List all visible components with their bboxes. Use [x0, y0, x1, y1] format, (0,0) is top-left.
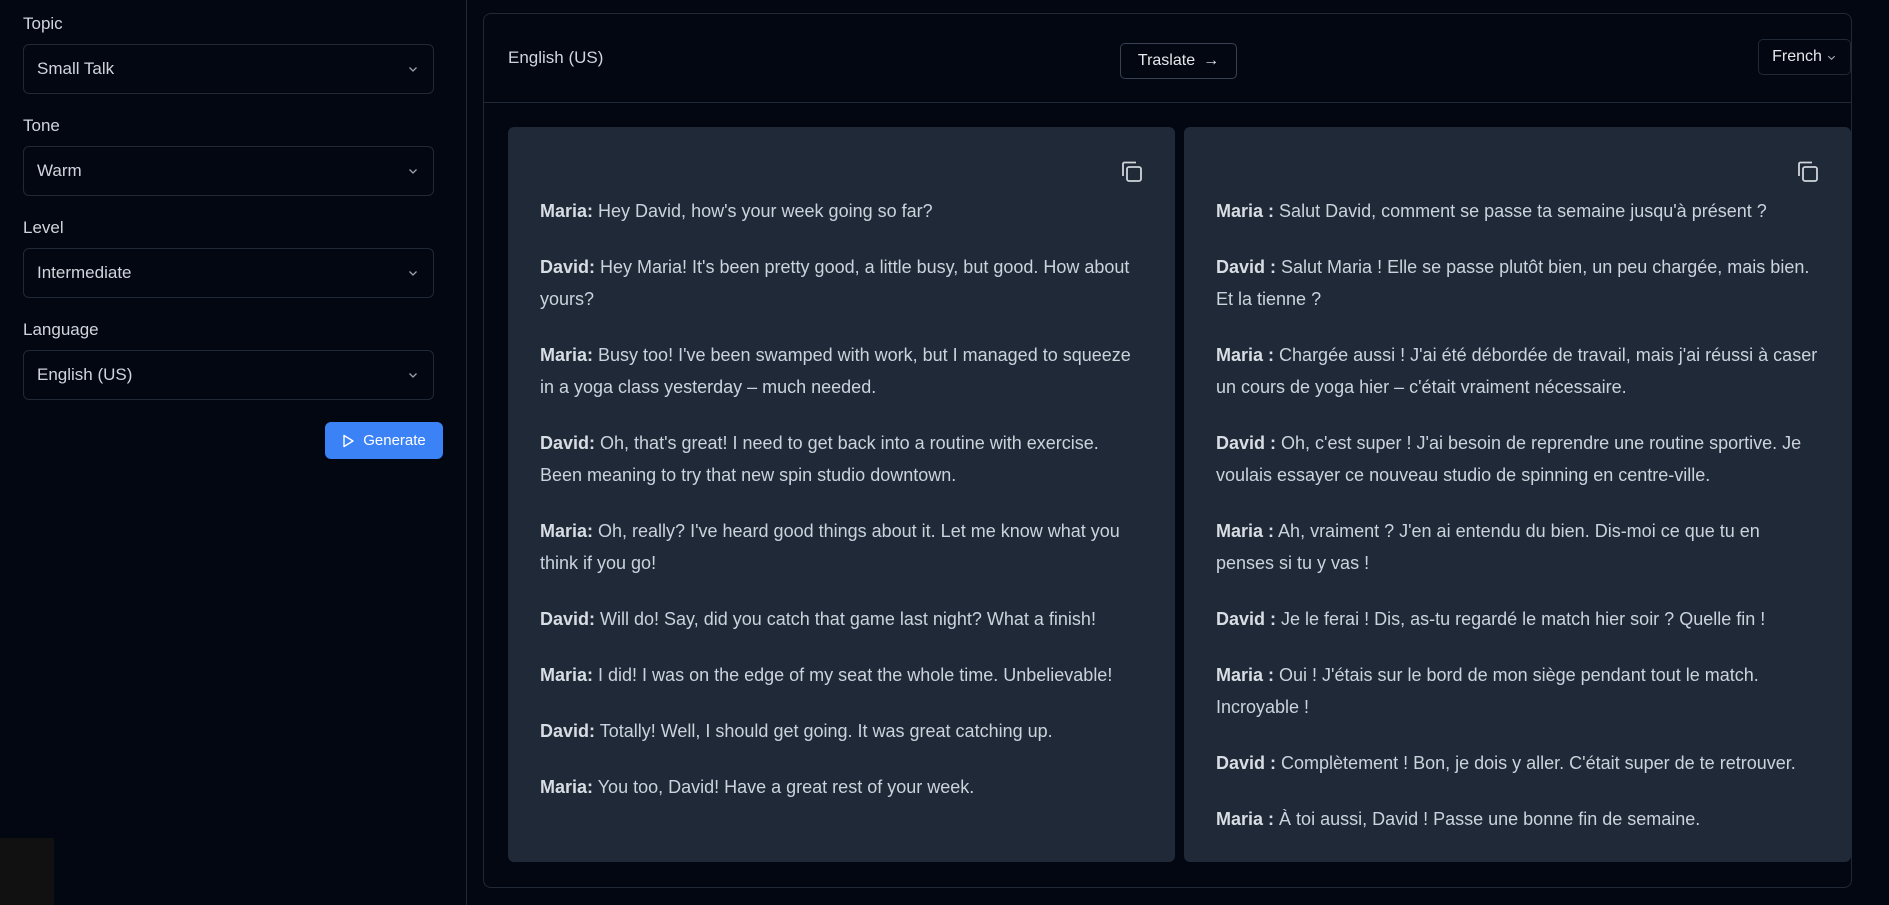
speaker-name: Maria :: [1216, 201, 1275, 221]
dialogue-text: Je le ferai ! Dis, as-tu regardé le matc…: [1281, 609, 1766, 629]
dialogue-line: Maria: I did! I was on the edge of my se…: [540, 659, 1145, 691]
play-icon: [343, 434, 354, 447]
language-select[interactable]: English (US): [23, 350, 434, 400]
dialogue-line: Maria : Chargée aussi ! J'ai été débordé…: [1216, 339, 1821, 403]
topic-label: Topic: [23, 14, 63, 33]
dialogue-text: Hey Maria! It's been pretty good, a litt…: [540, 257, 1130, 309]
dialogue-line: David : Je le ferai ! Dis, as-tu regardé…: [1216, 603, 1821, 635]
app-root: Topic Small Talk Tone Warm Level Interme…: [0, 0, 1889, 905]
dialogue-text: Totally! Well, I should get going. It wa…: [599, 721, 1053, 741]
speaker-name: David :: [1216, 609, 1277, 629]
dialogue-line: Maria: Oh, really? I've heard good thing…: [540, 515, 1145, 579]
level-select[interactable]: Intermediate: [23, 248, 434, 298]
dialogue-text: Hey David, how's your week going so far?: [598, 201, 933, 221]
generate-label: Generate: [363, 432, 426, 449]
chevron-down-icon: [409, 271, 417, 276]
target-language-value: French: [1772, 48, 1822, 65]
translation-panel: English (US) Traslate → French Maria: He…: [483, 13, 1852, 888]
dialogue-line: David : Salut Maria ! Elle se passe plut…: [1216, 251, 1821, 315]
speaker-name: David:: [540, 433, 596, 453]
topic-value: Small Talk: [37, 59, 115, 78]
dialogue-text: Oh, c'est super ! J'ai besoin de reprend…: [1216, 433, 1802, 485]
speaker-name: Maria :: [1216, 345, 1275, 365]
panel-header: English (US) Traslate → French: [484, 14, 1851, 103]
dialogue-line: Maria : Salut David, comment se passe ta…: [1216, 195, 1821, 227]
dialogue-line: David: Will do! Say, did you catch that …: [540, 603, 1145, 635]
speaker-name: Maria :: [1216, 521, 1275, 541]
target-language-select[interactable]: French: [1758, 39, 1851, 75]
source-language: English (US): [508, 48, 604, 67]
speaker-name: Maria :: [1216, 665, 1275, 685]
level-field: Level Intermediate: [23, 218, 443, 298]
speaker-name: David :: [1216, 257, 1277, 277]
speaker-name: Maria:: [540, 665, 594, 685]
dialogue-text: Will do! Say, did you catch that game la…: [600, 609, 1096, 629]
dialogue-text: Salut David, comment se passe ta semaine…: [1279, 201, 1767, 221]
dialogue-text: I did! I was on the edge of my seat the …: [598, 665, 1113, 685]
level-label: Level: [23, 218, 64, 237]
dialogue-line: Maria: You too, David! Have a great rest…: [540, 771, 1145, 803]
speaker-name: David :: [1216, 433, 1277, 453]
tone-value: Warm: [37, 161, 82, 180]
topic-select[interactable]: Small Talk: [23, 44, 434, 94]
speaker-name: David:: [540, 721, 596, 741]
chevron-down-icon: [409, 169, 417, 174]
speaker-name: Maria:: [540, 345, 594, 365]
dialogue-text: Oh, really? I've heard good things about…: [540, 521, 1120, 573]
sidebar: Topic Small Talk Tone Warm Level Interme…: [0, 0, 467, 905]
chevron-down-icon: [409, 67, 417, 72]
dialogue-line: Maria : Ah, vraiment ? J'en ai entendu d…: [1216, 515, 1821, 579]
dialogue-line: Maria: Hey David, how's your week going …: [540, 195, 1145, 227]
speaker-name: Maria:: [540, 777, 594, 797]
dialogue-line: David: Oh, that's great! I need to get b…: [540, 427, 1145, 491]
dialogue-line: David : Oh, c'est super ! J'ai besoin de…: [1216, 427, 1821, 491]
translate-button[interactable]: Traslate →: [1120, 43, 1237, 79]
translated-conversation: Maria : Salut David, comment se passe ta…: [1184, 127, 1851, 862]
language-field: Language English (US): [23, 320, 443, 400]
dialogue-text: Oui ! J'étais sur le bord de mon siège p…: [1216, 665, 1759, 717]
translate-label: Traslate: [1137, 52, 1196, 69]
dialogue-text: Busy too! I've been swamped with work, b…: [540, 345, 1131, 397]
dialogue-line: David: Totally! Well, I should get going…: [540, 715, 1145, 747]
speaker-name: David:: [540, 609, 596, 629]
speaker-name: David:: [540, 257, 596, 277]
copy-icon[interactable]: [1119, 159, 1145, 185]
panel-body: Maria: Hey David, how's your week going …: [484, 103, 1851, 887]
generate-button[interactable]: Generate: [325, 422, 443, 459]
dialogue-text: Salut Maria ! Elle se passe plutôt bien,…: [1216, 257, 1810, 309]
tone-label: Tone: [23, 116, 60, 135]
source-conversation: Maria: Hey David, how's your week going …: [508, 127, 1175, 862]
corner-widget: [0, 838, 54, 905]
topic-field: Topic Small Talk: [23, 14, 443, 94]
arrow-right-icon: →: [1203, 52, 1220, 69]
chevron-down-icon: [1827, 55, 1836, 60]
generate-row: Generate: [23, 422, 443, 459]
chevron-down-icon: [409, 373, 417, 378]
language-label: Language: [23, 320, 99, 339]
speaker-name: Maria :: [1216, 809, 1275, 829]
speaker-name: Maria:: [540, 521, 594, 541]
dialogue-text: À toi aussi, David ! Passe une bonne fin…: [1279, 809, 1701, 829]
tone-field: Tone Warm: [23, 116, 443, 196]
dialogue-text: Ah, vraiment ? J'en ai entendu du bien. …: [1216, 521, 1760, 573]
dialogue-line: Maria : Oui ! J'étais sur le bord de mon…: [1216, 659, 1821, 723]
speaker-name: Maria:: [540, 201, 594, 221]
dialogue-text: You too, David! Have a great rest of you…: [597, 777, 975, 797]
dialogue-line: Maria: Busy too! I've been swamped with …: [540, 339, 1145, 403]
dialogue-line: Maria : À toi aussi, David ! Passe une b…: [1216, 803, 1821, 835]
tone-select[interactable]: Warm: [23, 146, 434, 196]
copy-icon[interactable]: [1795, 159, 1821, 185]
language-value: English (US): [37, 365, 133, 384]
dialogue-text: Complètement ! Bon, je dois y aller. C'é…: [1281, 753, 1796, 773]
dialogue-line: David : Complètement ! Bon, je dois y al…: [1216, 747, 1821, 779]
speaker-name: David :: [1216, 753, 1277, 773]
dialogue-line: David: Hey Maria! It's been pretty good,…: [540, 251, 1145, 315]
level-value: Intermediate: [37, 263, 132, 282]
main-area: English (US) Traslate → French Maria: He…: [467, 0, 1889, 905]
dialogue-text: Oh, that's great! I need to get back int…: [540, 433, 1099, 485]
dialogue-text: Chargée aussi ! J'ai été débordée de tra…: [1216, 345, 1818, 397]
